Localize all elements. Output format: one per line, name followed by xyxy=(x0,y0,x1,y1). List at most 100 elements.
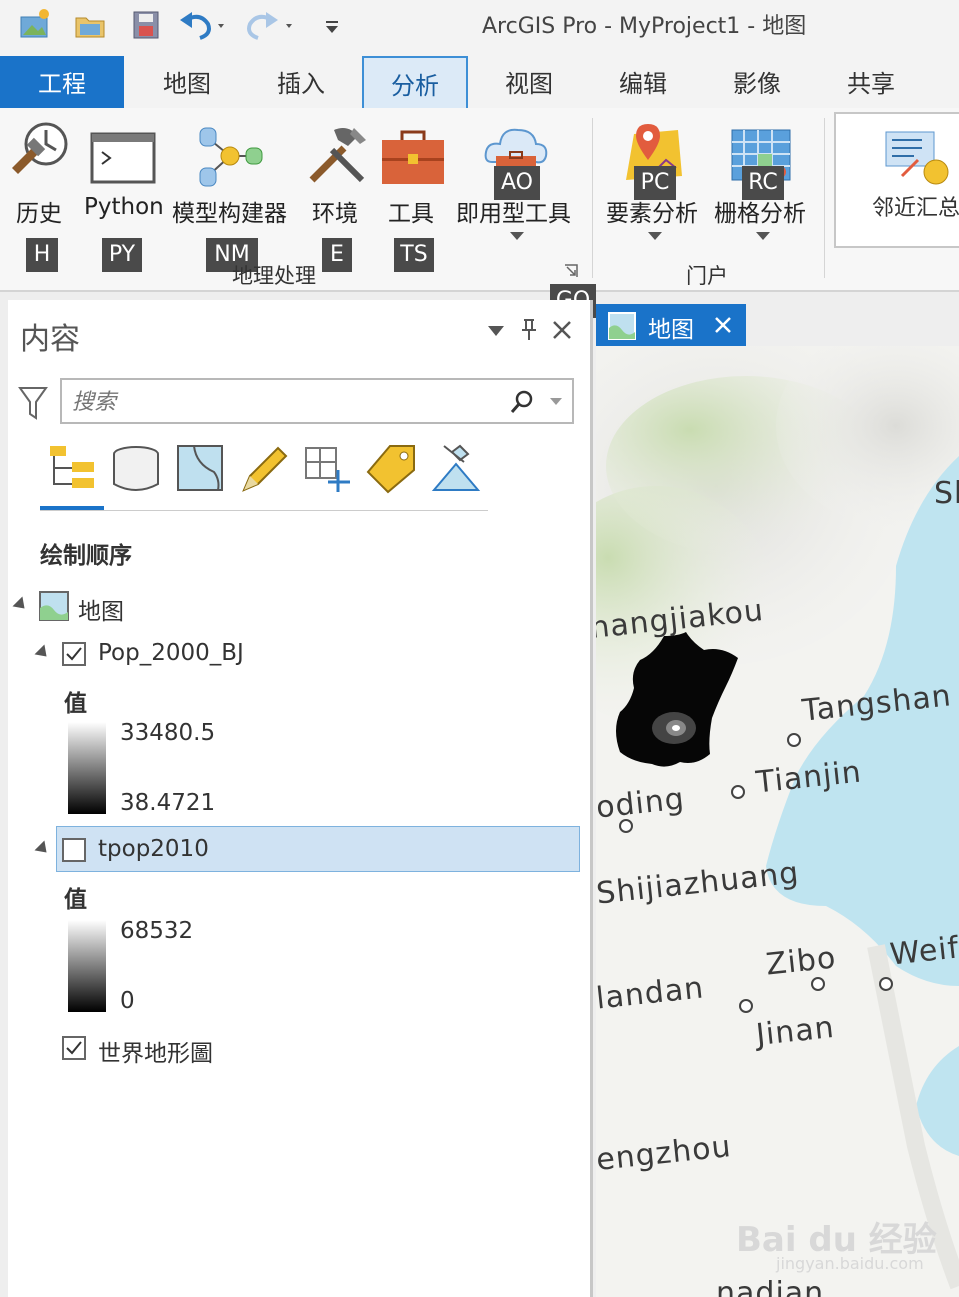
summarize-nearby-gallery-item[interactable]: 邻近汇总 xyxy=(834,112,959,248)
close-icon[interactable] xyxy=(552,320,572,340)
pane-options-icon[interactable] xyxy=(488,326,504,336)
check-icon xyxy=(66,647,82,661)
expand-icon[interactable] xyxy=(34,840,52,858)
map-icon xyxy=(39,591,69,621)
city-label: nadian xyxy=(716,1276,825,1297)
open-project-icon[interactable] xyxy=(74,8,108,42)
customize-icon[interactable] xyxy=(322,8,342,42)
environments-button[interactable]: 环境 xyxy=(300,114,372,227)
city-point xyxy=(879,977,893,991)
keytip: RC xyxy=(742,166,784,200)
contents-pane-title: 内容 xyxy=(20,322,80,357)
list-by-labeling-icon[interactable] xyxy=(366,444,418,494)
layer-visibility-checkbox[interactable] xyxy=(62,642,86,666)
tab-edit[interactable]: 编辑 xyxy=(590,56,696,108)
new-project-icon[interactable] xyxy=(18,8,52,42)
python-window-icon xyxy=(90,132,156,184)
python-label: Python xyxy=(84,194,164,220)
environments-label: 环境 xyxy=(312,201,358,227)
history-label: 历史 xyxy=(16,201,62,227)
expand-icon[interactable] xyxy=(34,644,52,662)
legend-max-value: 33480.5 xyxy=(120,720,216,746)
portal-group-label: 门户 xyxy=(686,264,728,288)
city-label: Sh xyxy=(934,476,959,511)
list-by-drawing-order-icon[interactable] xyxy=(44,444,100,494)
ribbon-tabs: 工程 地图 插入 分析 视图 编辑 影像 共享 xyxy=(0,56,959,110)
tab-map[interactable]: 地图 xyxy=(134,56,240,108)
list-by-source-icon[interactable] xyxy=(110,444,162,494)
search-input[interactable] xyxy=(70,386,494,418)
dialog-launcher-icon[interactable] xyxy=(564,264,578,278)
summarize-nearby-icon xyxy=(885,131,949,185)
check-icon xyxy=(66,1041,82,1055)
map-canvas[interactable]: hangjiakou Tangshan Tianjin oding Shijia… xyxy=(596,346,959,1297)
tab-share[interactable]: 共享 xyxy=(818,56,924,108)
keytip: AO xyxy=(494,166,540,200)
legend-max-value: 68532 xyxy=(120,918,194,944)
city-label: Zibo xyxy=(764,940,838,983)
legend-title: 值 xyxy=(64,691,87,717)
map-view-tab[interactable]: 地图 xyxy=(596,304,746,346)
list-by-selection-icon[interactable] xyxy=(174,444,226,494)
keytip: PC xyxy=(634,166,676,200)
list-by-editing-icon[interactable] xyxy=(238,444,290,494)
undo-icon[interactable] xyxy=(178,8,226,42)
save-project-icon[interactable] xyxy=(130,8,164,42)
group-separator xyxy=(824,118,825,278)
tab-imagery[interactable]: 影像 xyxy=(704,56,810,108)
tools-label: 工具 xyxy=(388,201,434,227)
pin-icon[interactable] xyxy=(520,318,538,342)
toolbar-divider xyxy=(40,510,488,511)
list-by-snapping-icon[interactable] xyxy=(302,444,354,494)
tab-analysis[interactable]: 分析 xyxy=(362,56,468,108)
legend-min-value: 0 xyxy=(120,988,135,1014)
redo-icon[interactable] xyxy=(242,8,298,42)
history-icon xyxy=(12,122,68,174)
keytip: E xyxy=(322,238,352,272)
city-point xyxy=(731,785,745,799)
chevron-down-icon[interactable] xyxy=(550,398,562,406)
layer-name[interactable]: 世界地形圖 xyxy=(98,1034,213,1068)
history-button[interactable]: 历史 xyxy=(4,114,76,227)
search-icon[interactable] xyxy=(510,390,534,414)
city-label: Weif xyxy=(888,930,959,973)
legend-min-value: 38.4721 xyxy=(120,790,216,816)
stretch-legend-ramp xyxy=(68,920,106,1012)
title-bar: ArcGIS Pro - MyProject1 - 地图 xyxy=(0,0,959,56)
modelbuilder-button[interactable]: 模型构建器 xyxy=(168,114,294,227)
environments-icon xyxy=(309,128,366,183)
tab-project[interactable]: 工程 xyxy=(0,56,124,108)
layer-name[interactable]: Pop_2000_BJ xyxy=(98,640,244,666)
close-icon[interactable] xyxy=(714,316,732,334)
map-view-tabbar: 地图 xyxy=(596,300,959,346)
chevron-down-icon xyxy=(510,232,524,240)
layer-name[interactable]: tpop2010 xyxy=(98,836,209,862)
tab-insert[interactable]: 插入 xyxy=(248,56,354,108)
keytip: PY xyxy=(102,238,142,272)
map-node-label[interactable]: 地图 xyxy=(78,592,124,626)
layer-visibility-checkbox[interactable] xyxy=(62,838,86,862)
watermark-url: jingyan.baidu.com xyxy=(776,1254,924,1273)
contents-pane: 内容 绘制顺序 xyxy=(8,300,593,1297)
summarize-nearby-label: 邻近汇总 xyxy=(872,196,959,221)
expand-icon[interactable] xyxy=(12,596,30,614)
map-icon xyxy=(608,312,636,340)
tools-button[interactable]: 工具 xyxy=(376,114,448,227)
window-title: ArcGIS Pro - MyProject1 - 地图 xyxy=(482,14,807,39)
drawing-order-heading: 绘制顺序 xyxy=(40,543,132,569)
geoprocessing-group-label: 地理处理 xyxy=(232,264,316,288)
python-button[interactable]: Python xyxy=(82,114,164,224)
modelbuilder-label: 模型构建器 xyxy=(172,201,287,227)
keytip: H xyxy=(26,238,58,272)
chevron-down-icon xyxy=(648,232,662,240)
toolbox-icon xyxy=(382,130,444,184)
list-by-perspective-imagery-icon[interactable] xyxy=(430,444,482,494)
filter-icon[interactable] xyxy=(18,386,48,420)
layer-visibility-checkbox[interactable] xyxy=(62,1036,86,1060)
city-point xyxy=(787,733,801,747)
search-box[interactable] xyxy=(60,378,574,424)
tab-view[interactable]: 视图 xyxy=(476,56,582,108)
city-point xyxy=(811,977,825,991)
map-view-tab-label: 地图 xyxy=(648,317,694,343)
keytip: TS xyxy=(394,238,434,272)
